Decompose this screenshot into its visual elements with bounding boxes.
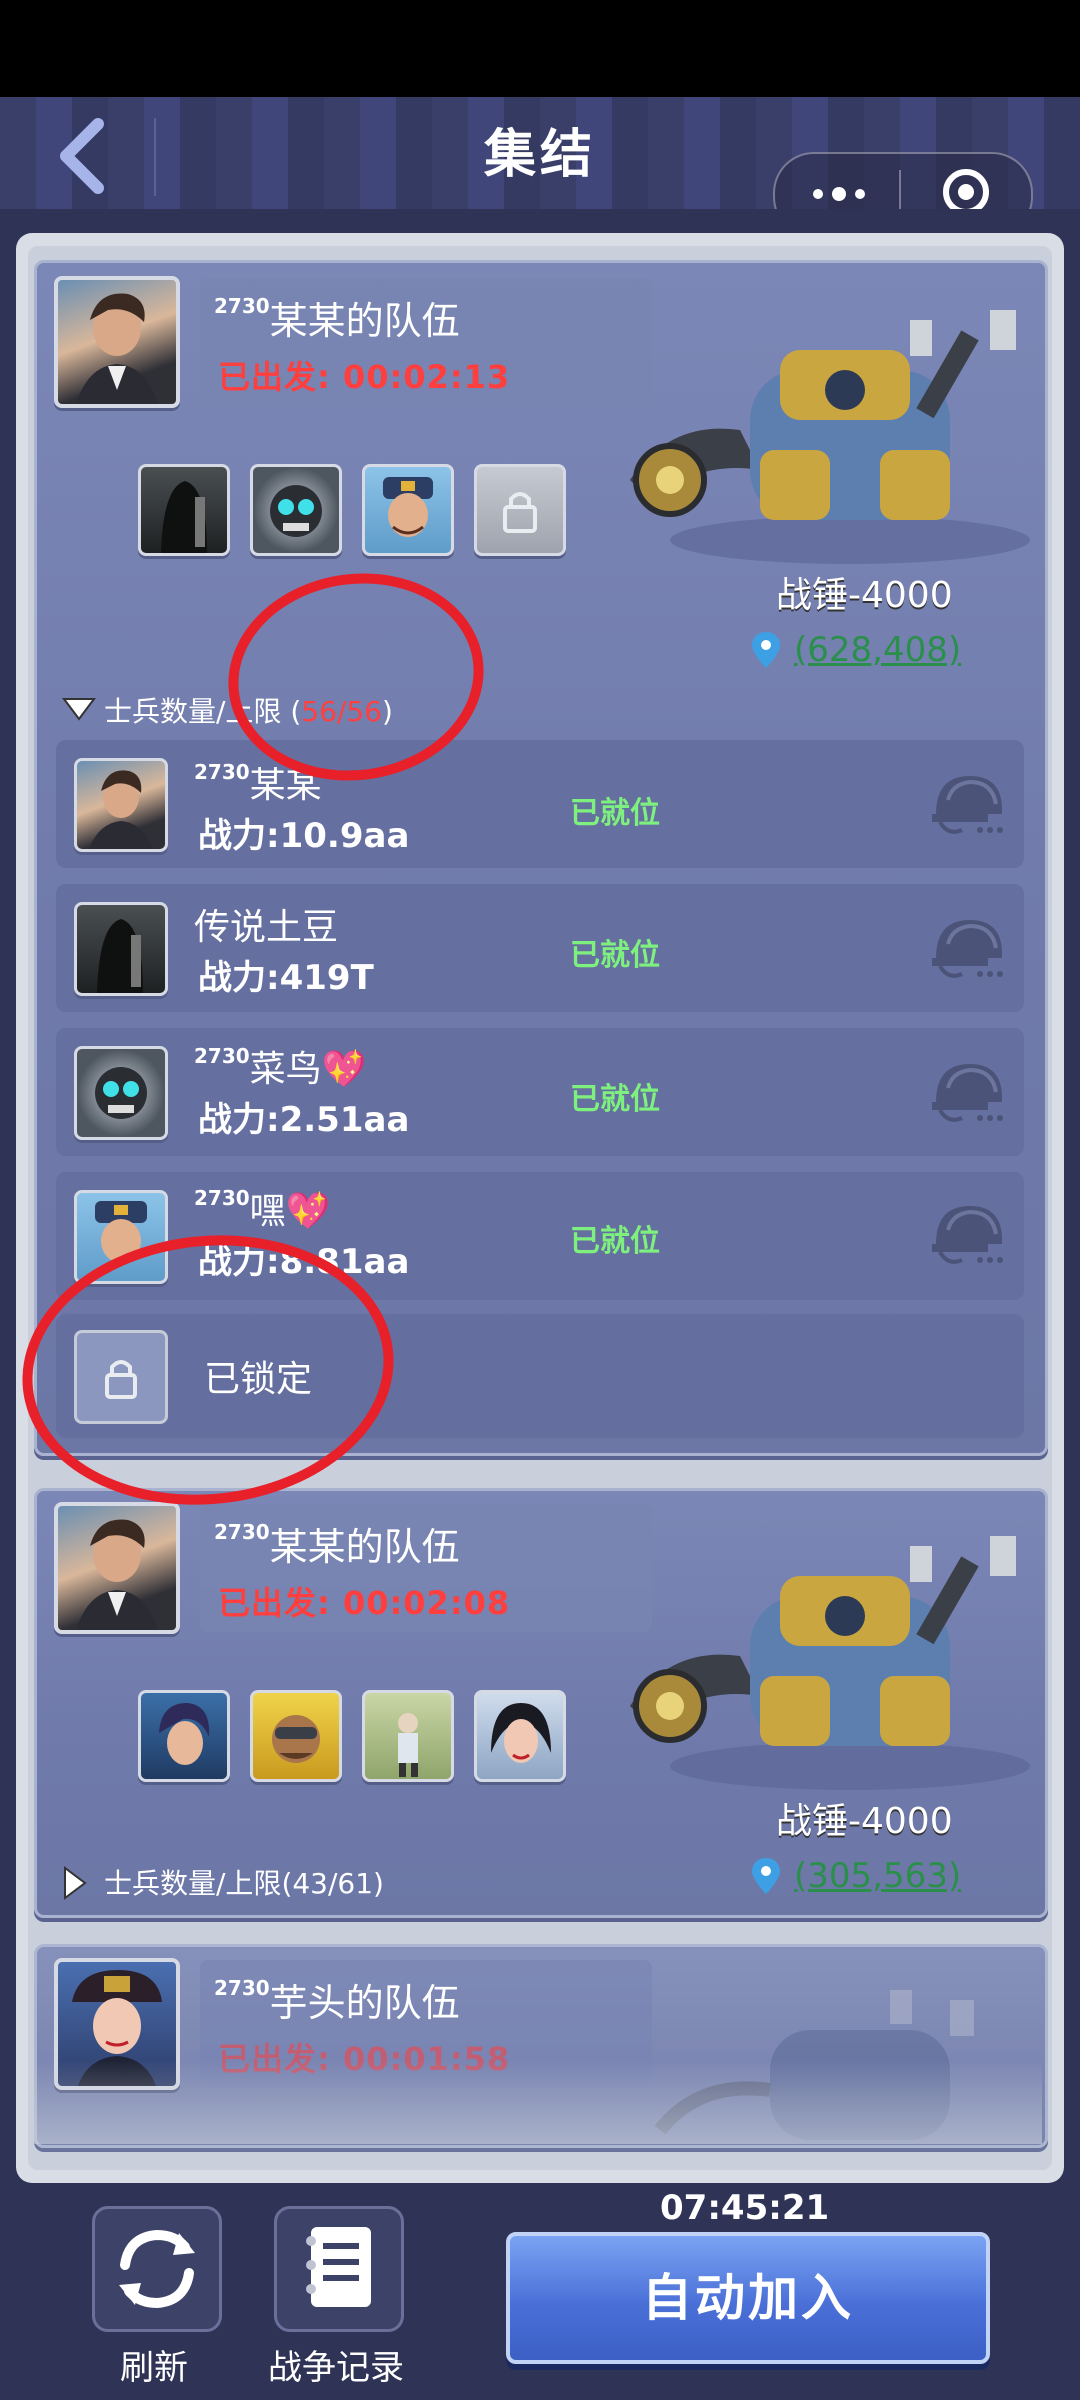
refresh-icon: [119, 2229, 195, 2309]
mech-image: [610, 1536, 1040, 1796]
member-status: 已就位: [570, 938, 660, 973]
member-power: 战力:2.51aa: [198, 1100, 410, 1140]
leader-avatar[interactable]: [54, 276, 180, 408]
helmet-icon: [930, 914, 1006, 982]
soldier-count: 士兵数量/上限(43/61): [104, 1867, 384, 1900]
member-avatar[interactable]: [362, 1690, 454, 1782]
member-avatar[interactable]: [138, 464, 230, 556]
fade-overlay: [34, 2060, 1042, 2144]
triangle-down-icon[interactable]: [62, 696, 96, 722]
notebook-icon: [306, 2227, 371, 2307]
member-avatar: [74, 1046, 168, 1140]
triangle-right-icon[interactable]: [62, 1866, 88, 1900]
mech-name: 战锤-4000: [776, 575, 953, 616]
refresh-button[interactable]: [92, 2206, 222, 2332]
depart-timer: 已出发: 00:02:13: [218, 358, 511, 396]
helmet-icon: [930, 770, 1006, 838]
lock-icon: [503, 492, 537, 533]
depart-timer: 已出发: 00:02:08: [218, 1584, 511, 1622]
status-bar: [0, 0, 1080, 97]
member-avatar[interactable]: [250, 1690, 342, 1782]
member-avatar[interactable]: [138, 1690, 230, 1782]
empty-slot-lock: [474, 464, 566, 556]
member-status: 已就位: [570, 1224, 660, 1259]
war-log-button[interactable]: [274, 2206, 404, 2332]
helmet-icon: [930, 1200, 1006, 1268]
member-name: 传说土豆: [194, 907, 339, 948]
team-name: 2730芋头的队伍: [214, 1976, 460, 2025]
coord-link[interactable]: (628,408): [794, 630, 961, 670]
team-name: 2730某某的队伍: [214, 294, 460, 343]
helmet-icon: [930, 1058, 1006, 1126]
member-status: 已就位: [570, 796, 660, 831]
member-name: 2730嘿💖: [194, 1186, 331, 1232]
mech-name: 战锤-4000: [776, 1801, 953, 1842]
member-avatar: [74, 902, 168, 996]
pin-icon: [752, 1858, 780, 1894]
coord-link[interactable]: (305,563): [794, 1856, 961, 1896]
member-power: 战力:419T: [198, 958, 374, 998]
team-name: 2730某某的队伍: [214, 1520, 460, 1569]
mech-image: [610, 310, 1040, 570]
refresh-label: 刷新: [120, 2348, 188, 2388]
countdown-timer: 07:45:21: [660, 2188, 830, 2228]
member-avatar[interactable]: [362, 464, 454, 556]
member-avatar[interactable]: [474, 1690, 566, 1782]
pin-icon: [752, 632, 780, 668]
heart-badge: 💖: [321, 1049, 367, 1090]
member-status: 已就位: [570, 1082, 660, 1117]
member-avatar: [74, 758, 168, 852]
member-power: 战力:10.9aa: [198, 816, 410, 856]
member-avatar[interactable]: [250, 464, 342, 556]
member-name: 2730菜鸟💖: [194, 1044, 367, 1090]
auto-join-button[interactable]: 自动加入: [506, 2232, 990, 2364]
heart-badge: 💖: [285, 1191, 331, 1232]
war-log-label: 战争记录: [268, 2348, 404, 2388]
leader-avatar[interactable]: [54, 1502, 180, 1634]
